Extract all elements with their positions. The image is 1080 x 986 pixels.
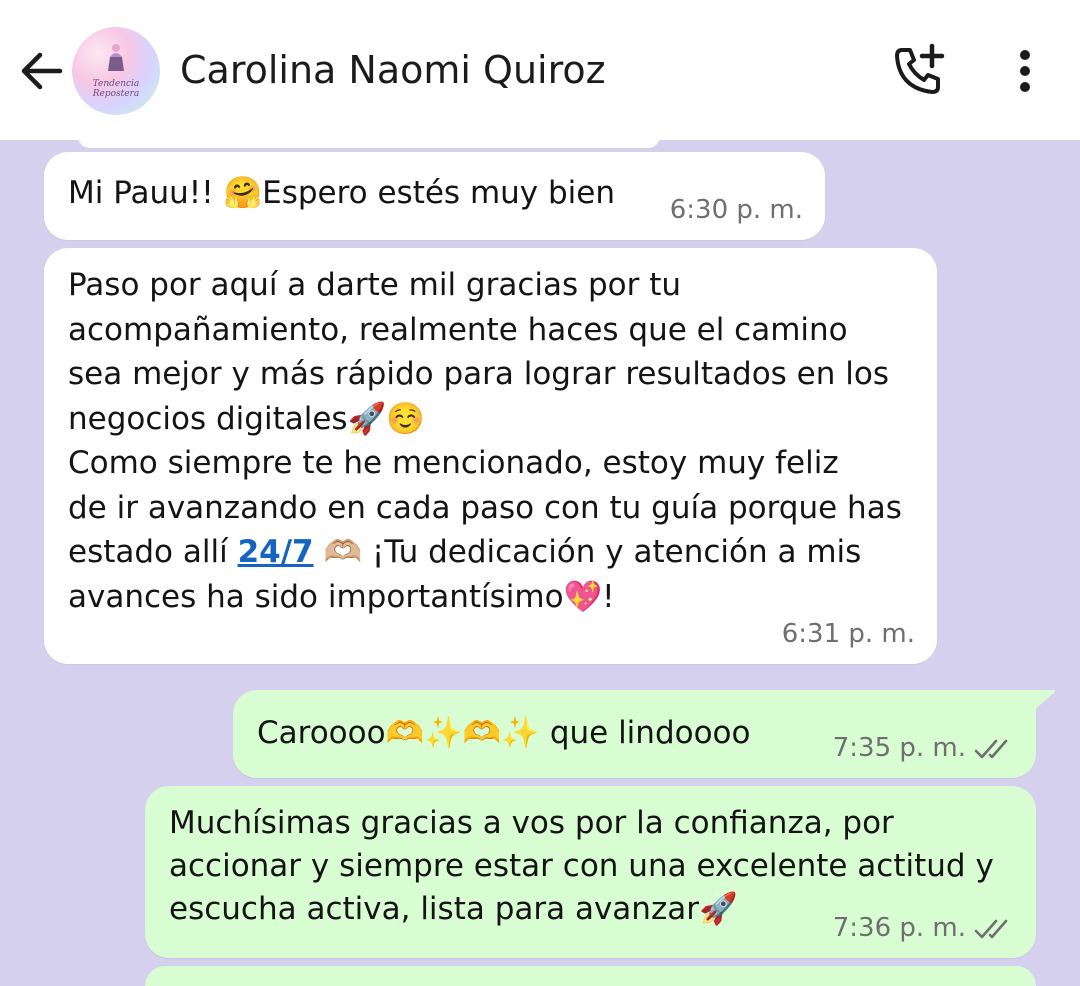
message-time: 7:35 p. m. [832, 733, 966, 763]
avatar[interactable]: Tendencia Repostera [72, 27, 160, 115]
next-message-edge [145, 966, 1036, 986]
cake-icon [108, 44, 124, 71]
message-time-row: 7:35 p. m. [833, 727, 1014, 770]
previous-message-edge [78, 136, 660, 148]
message-text-part: Paso por aquí a darte mil gracias por tu… [68, 267, 902, 570]
message-text: Paso por aquí a darte mil gracias por tu… [68, 263, 937, 619]
add-call-button[interactable] [888, 40, 950, 102]
phone-add-icon [895, 43, 945, 94]
arrow-left-icon [21, 52, 63, 90]
message-time: 6:30 p. m. [669, 195, 803, 225]
message-time: 6:31 p. m. [781, 619, 915, 649]
more-vertical-icon [1020, 50, 1030, 92]
double-check-icon [974, 919, 1008, 938]
double-check-icon [974, 739, 1008, 758]
back-button[interactable] [14, 44, 68, 98]
more-options-button[interactable] [1000, 40, 1050, 102]
incoming-message[interactable]: Paso por aquí a darte mil gracias por tu… [44, 248, 937, 664]
avatar-caption: Tendencia Repostera [92, 79, 140, 99]
incoming-message[interactable]: Mi Pauu!! 🤗Espero estés muy bien 6:30 p.… [44, 152, 825, 240]
outgoing-message[interactable]: Muchísimas gracias a vos por la confianz… [145, 786, 1036, 958]
bubble-tail [1034, 690, 1055, 710]
contact-name[interactable]: Carolina Naomi Quiroz [180, 44, 606, 96]
outgoing-message[interactable]: Caroooo🫶✨🫶✨ que lindoooo 7:35 p. m. [233, 690, 1036, 778]
chat-header: Tendencia Repostera Carolina Naomi Quiro… [0, 0, 1080, 140]
message-time-row: 7:36 p. m. [833, 907, 1014, 950]
message-time: 7:36 p. m. [832, 913, 966, 943]
link-24-7[interactable]: 24/7 [238, 534, 314, 570]
